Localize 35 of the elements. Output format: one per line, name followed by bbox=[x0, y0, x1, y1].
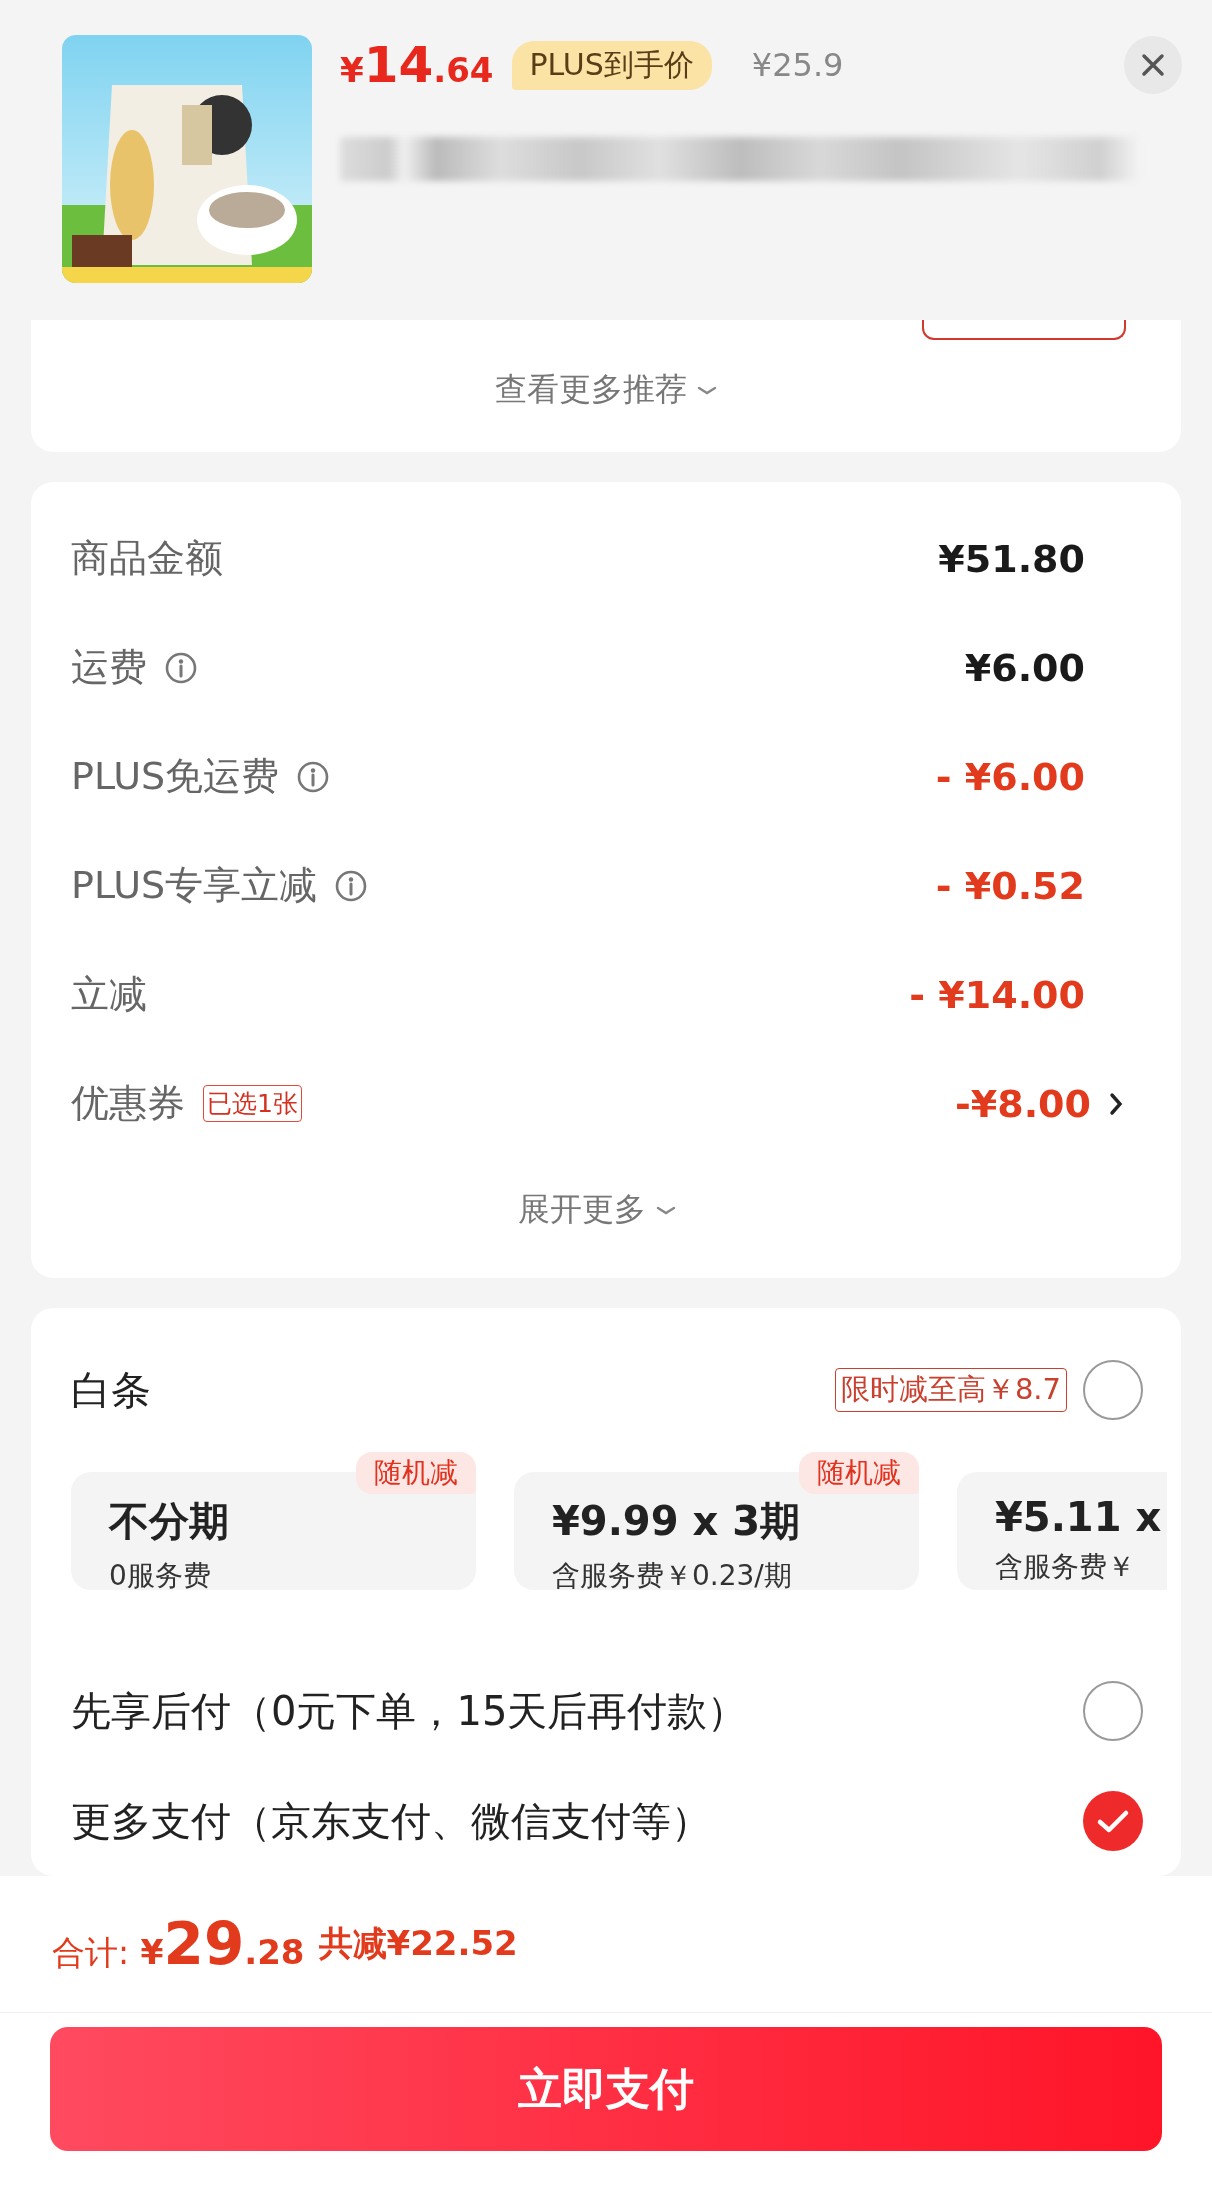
pay-now-button[interactable]: 立即支付 bbox=[50, 2027, 1162, 2151]
promo-tag: 限时减至高￥8.7 bbox=[834, 1368, 1067, 1412]
outline-button[interactable] bbox=[922, 320, 1126, 340]
random-discount-tag: 随机减 bbox=[356, 1452, 476, 1494]
amount: ¥51.80 bbox=[938, 536, 1085, 581]
amount: - ¥0.52 bbox=[935, 863, 1085, 908]
close-icon bbox=[1141, 53, 1165, 77]
total-price: 合计: ¥29.28 bbox=[52, 1910, 305, 1978]
more-recommendations-link[interactable]: 查看更多推荐 bbox=[495, 368, 717, 412]
expand-more-link[interactable]: 展开更多 bbox=[518, 1188, 676, 1232]
payment-option-label: 更多支付（京东支付、微信支付等） bbox=[71, 1796, 711, 1846]
row-label: PLUS专享立减 bbox=[71, 862, 318, 909]
total-discount: 共减¥22.52 bbox=[318, 1922, 518, 1965]
row-label: 立减 bbox=[71, 971, 147, 1018]
coupon-tag: 已选1张 bbox=[203, 1085, 302, 1122]
amount: - ¥6.00 bbox=[935, 754, 1085, 799]
random-discount-tag: 随机减 bbox=[799, 1452, 919, 1494]
installment-option[interactable]: ¥5.11 x 含服务费￥ bbox=[957, 1472, 1167, 1590]
plus-price-badge: PLUS到手价 bbox=[511, 40, 712, 90]
chevron-down-icon bbox=[697, 384, 717, 396]
row-label: 运费 bbox=[71, 644, 147, 691]
row-label: PLUS免运费 bbox=[71, 753, 280, 800]
original-price: ¥25.9 bbox=[751, 46, 844, 84]
chevron-down-icon bbox=[656, 1204, 676, 1216]
amount: ¥6.00 bbox=[964, 645, 1085, 690]
row-label: 优惠券 bbox=[71, 1080, 185, 1127]
baitiao-label: 白条 bbox=[71, 1365, 151, 1415]
amount: -¥8.00 bbox=[955, 1081, 1091, 1126]
price-text: ¥14.64 bbox=[340, 36, 494, 94]
radio-button[interactable] bbox=[1083, 1681, 1143, 1741]
payment-option-label: 先享后付（0元下单，15天后再付款） bbox=[71, 1686, 748, 1736]
amount: - ¥14.00 bbox=[909, 972, 1085, 1017]
checked-radio[interactable] bbox=[1083, 1791, 1143, 1851]
radio-button[interactable] bbox=[1083, 1360, 1143, 1420]
row-label: 商品金额 bbox=[71, 535, 223, 582]
